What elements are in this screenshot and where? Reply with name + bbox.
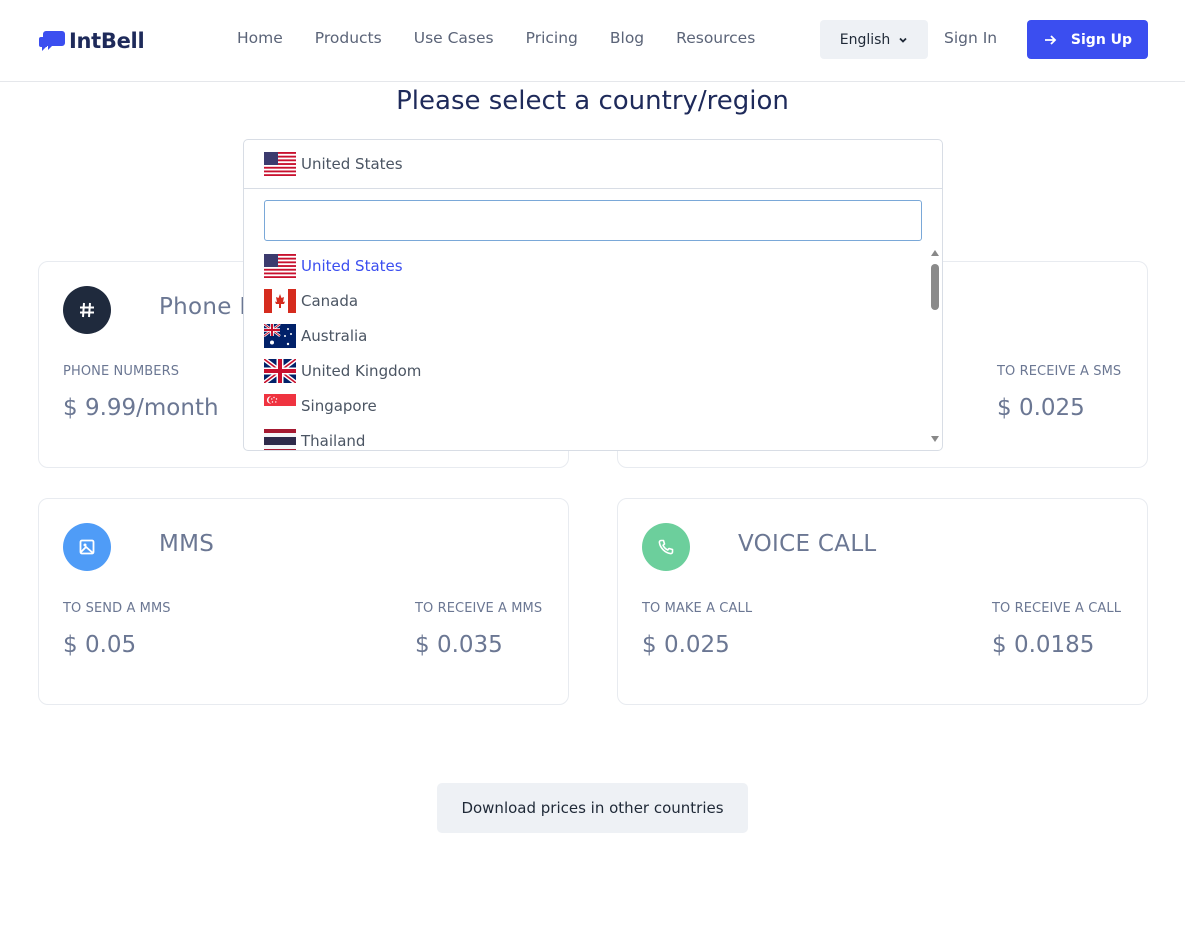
download-prices-button[interactable]: Download prices in other countries xyxy=(437,783,748,833)
option-label: United States xyxy=(301,256,403,275)
option-label: Canada xyxy=(301,291,359,310)
mms-card: MMS TO SEND A MMS $ 0.05 TO RECEIVE A MM… xyxy=(38,498,569,705)
language-label: English xyxy=(839,31,891,48)
main-nav: Home Products Use Cases Pricing Blog Res… xyxy=(237,29,787,47)
card-price: $ 0.0185 xyxy=(992,632,1095,658)
scroll-up-arrow-icon[interactable] xyxy=(931,250,939,256)
scrollbar-thumb[interactable] xyxy=(931,264,939,310)
scroll-down-arrow-icon[interactable] xyxy=(931,436,939,442)
card-price: $ 0.025 xyxy=(997,395,1085,421)
uk-flag-icon xyxy=(264,358,296,383)
australia-flag-icon xyxy=(264,323,296,348)
hash-icon xyxy=(63,286,111,334)
logo-text: IntBell xyxy=(69,29,145,53)
chat-bubble-logo-icon xyxy=(39,31,65,51)
country-dropdown: United States United States Canada Austr… xyxy=(243,139,943,451)
dropdown-scrollbar[interactable] xyxy=(929,248,941,444)
card-title: VOICE CALL xyxy=(738,531,877,557)
country-select[interactable]: United States xyxy=(244,140,942,189)
nav-blog[interactable]: Blog xyxy=(610,29,644,47)
card-label: TO RECEIVE A CALL xyxy=(992,601,1122,616)
language-select[interactable]: English xyxy=(820,20,928,59)
card-price: $ 0.025 xyxy=(642,632,730,658)
option-label: Australia xyxy=(301,326,368,345)
option-singapore[interactable]: Singapore xyxy=(264,388,924,423)
card-label: TO RECEIVE A SMS xyxy=(997,364,1122,379)
sign-up-label: Sign Up xyxy=(1070,31,1133,48)
image-icon xyxy=(63,523,111,571)
card-label: TO SEND A MMS xyxy=(63,601,171,616)
option-label: Thailand xyxy=(301,431,366,450)
option-australia[interactable]: Australia xyxy=(264,318,924,353)
site-header: IntBell Home Products Use Cases Pricing … xyxy=(0,0,1185,82)
voice-call-card: VOICE CALL TO MAKE A CALL $ 0.025 TO REC… xyxy=(617,498,1148,705)
singapore-flag-icon xyxy=(264,393,296,418)
phone-icon xyxy=(642,523,690,571)
us-flag-icon xyxy=(264,253,296,278)
us-flag-icon xyxy=(264,152,296,176)
card-price: $ 9.99/month xyxy=(63,395,219,421)
nav-use-cases[interactable]: Use Cases xyxy=(414,29,494,47)
nav-home[interactable]: Home xyxy=(237,29,283,47)
option-united-kingdom[interactable]: United Kingdom xyxy=(264,353,924,388)
chevron-down-icon xyxy=(899,37,907,43)
nav-pricing[interactable]: Pricing xyxy=(526,29,578,47)
arrow-right-icon xyxy=(1044,34,1057,45)
nav-resources[interactable]: Resources xyxy=(676,29,755,47)
logo[interactable]: IntBell xyxy=(38,27,145,55)
page-title: Please select a country/region xyxy=(396,86,789,116)
sign-in-link[interactable]: Sign In xyxy=(944,29,997,47)
card-label: TO RECEIVE A MMS xyxy=(415,601,543,616)
country-search-input[interactable] xyxy=(264,200,922,241)
country-options-list: United States Canada Australia United Ki… xyxy=(264,248,924,450)
card-title: MMS xyxy=(159,531,215,557)
option-canada[interactable]: Canada xyxy=(264,283,924,318)
option-label: United Kingdom xyxy=(301,361,422,380)
sign-up-button[interactable]: Sign Up xyxy=(1027,20,1148,59)
thailand-flag-icon xyxy=(264,428,296,450)
nav-products[interactable]: Products xyxy=(315,29,382,47)
card-price: $ 0.035 xyxy=(415,632,503,658)
option-thailand[interactable]: Thailand xyxy=(264,423,924,450)
card-price: $ 0.05 xyxy=(63,632,137,658)
canada-flag-icon xyxy=(264,288,296,313)
card-label: TO MAKE A CALL xyxy=(642,601,753,616)
selected-country: United States xyxy=(301,155,403,173)
option-label: Singapore xyxy=(301,396,377,415)
option-united-states[interactable]: United States xyxy=(264,248,924,283)
card-label: PHONE NUMBERS xyxy=(63,364,180,379)
